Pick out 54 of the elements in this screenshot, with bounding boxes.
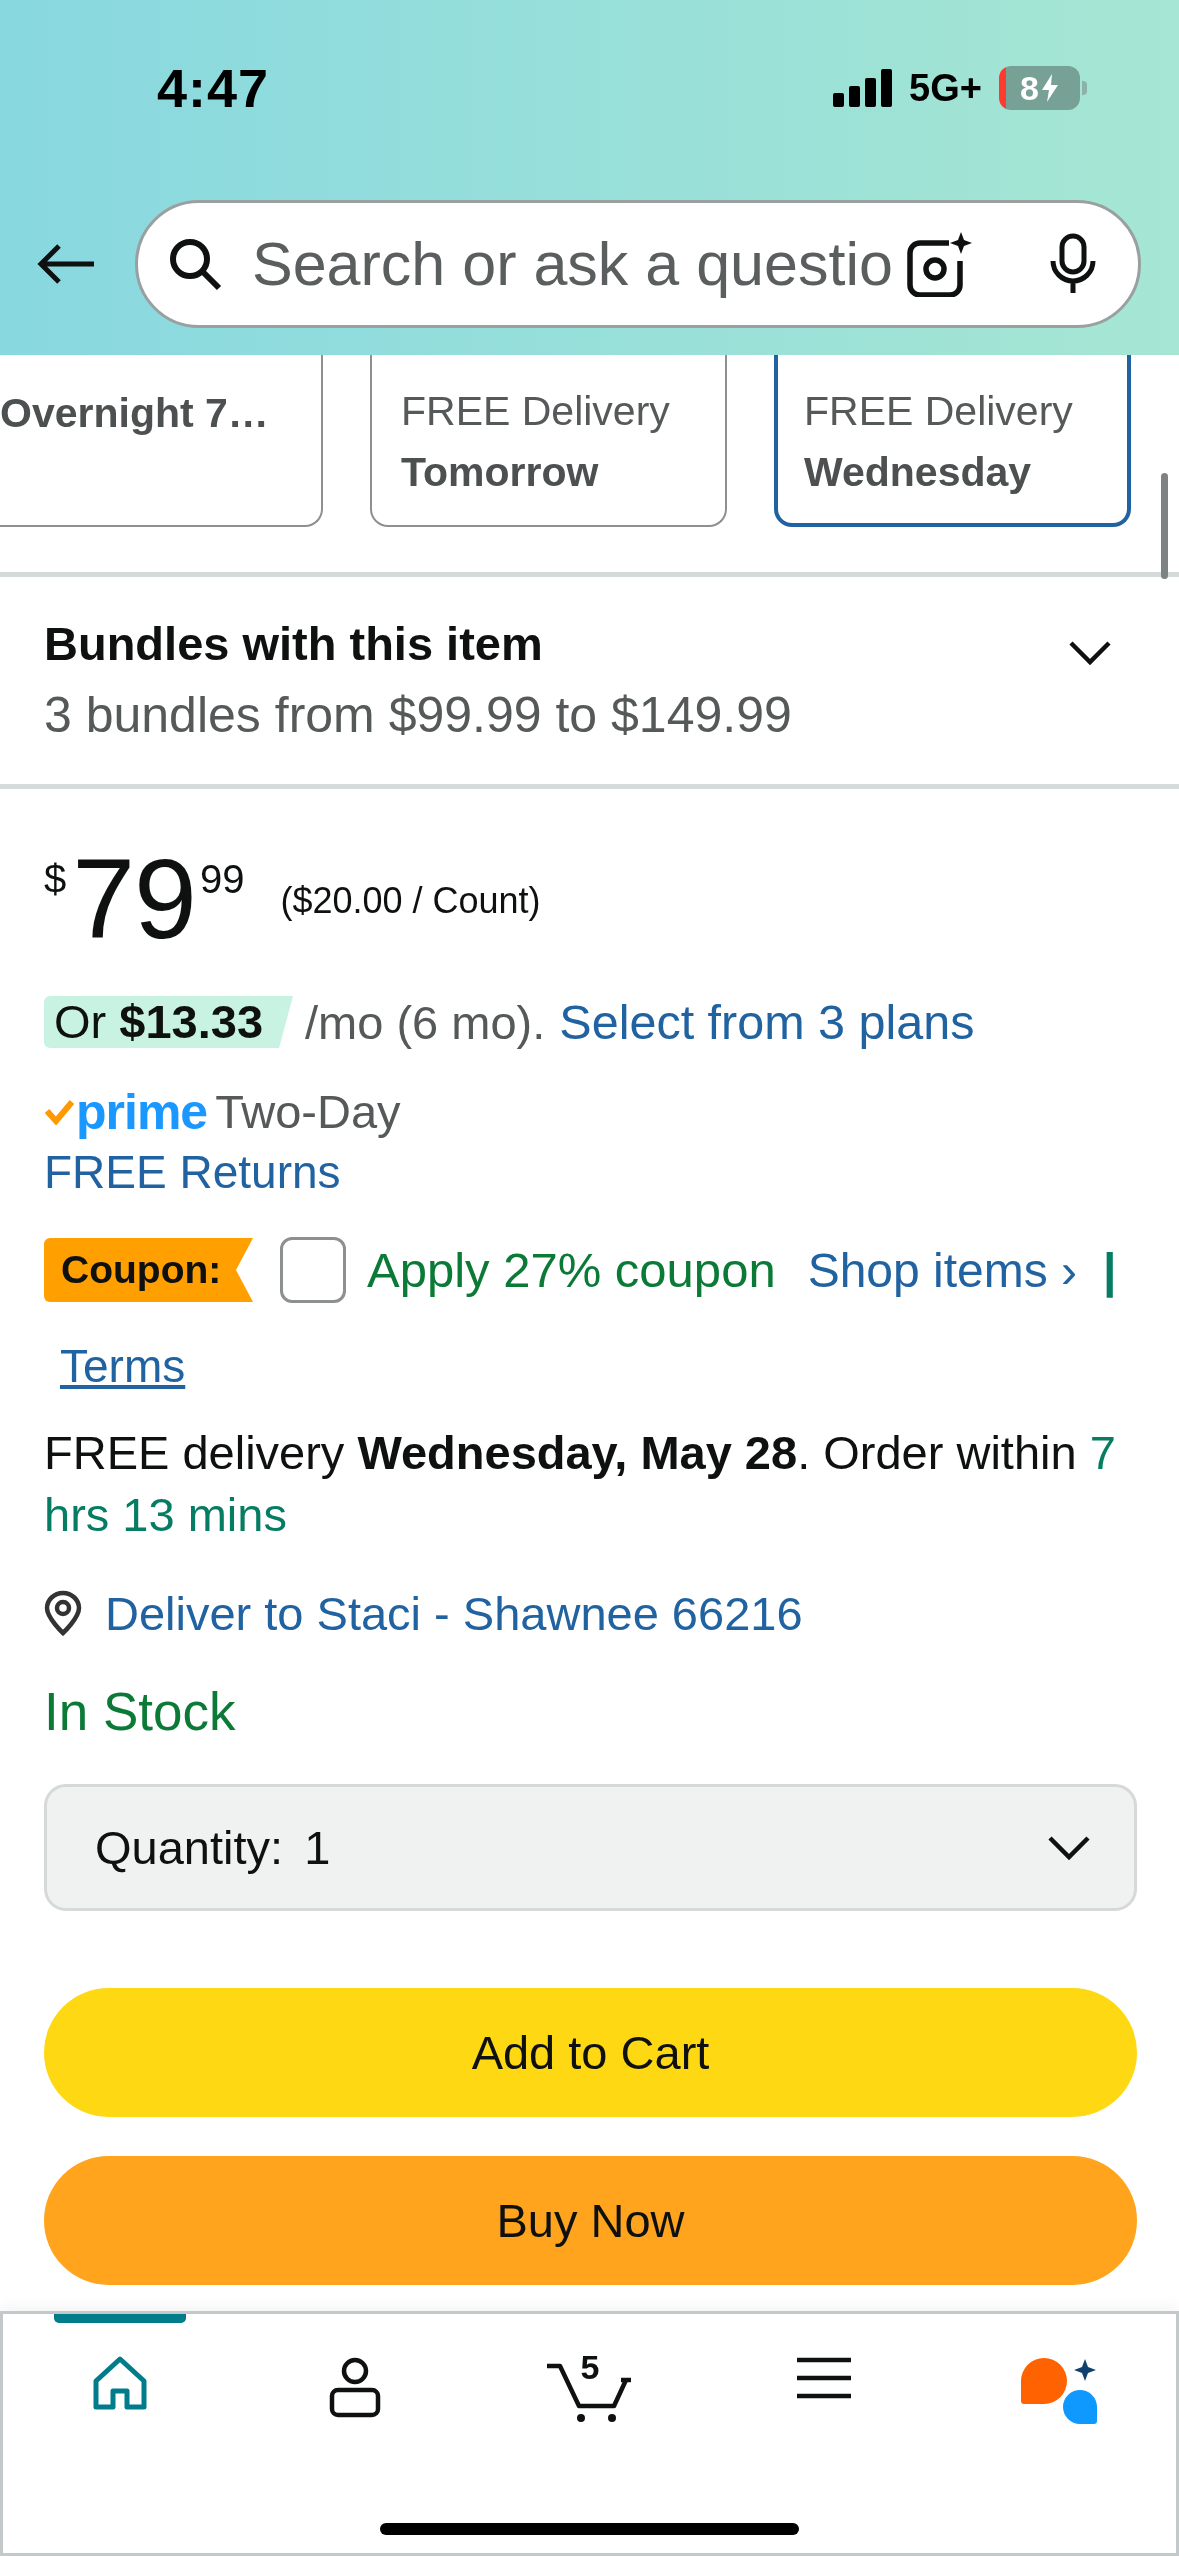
- chevron-down-icon: [1047, 1834, 1091, 1861]
- price-whole: 79: [72, 843, 196, 956]
- add-to-cart-button[interactable]: Add to Cart: [44, 1988, 1137, 2117]
- delivery-option-date: Tomorrow: [401, 448, 600, 497]
- delivery-option-label: FREE Delivery: [401, 387, 671, 436]
- check-icon: [44, 1099, 74, 1125]
- delivery-option-date: Overnight 7…: [0, 389, 270, 438]
- installment-terms: /mo (6 mo).: [305, 994, 546, 1050]
- delivery-option-date: Wednesday: [804, 448, 1033, 497]
- stock-status: In Stock: [44, 1682, 236, 1742]
- chevron-down-icon[interactable]: [1068, 640, 1112, 666]
- installment-amount: Or $13.33: [44, 996, 294, 1048]
- delivery-option-card[interactable]: Overnight 7…: [0, 355, 323, 527]
- back-arrow-icon: [36, 244, 96, 284]
- price-fraction: 99: [199, 859, 245, 899]
- back-button[interactable]: [36, 242, 96, 286]
- cart-tab[interactable]: 5: [472, 2314, 707, 2464]
- cart-count: 5: [580, 2350, 600, 2384]
- search-input[interactable]: Search or ask a questio: [252, 229, 907, 299]
- microphone-icon[interactable]: [1048, 233, 1098, 295]
- charging-bolt-icon: [1040, 74, 1059, 102]
- delivery-address-link[interactable]: Deliver to Staci - Shawnee 66216: [105, 1585, 803, 1641]
- terms-link[interactable]: Terms: [60, 1338, 186, 1394]
- home-icon: [92, 2356, 149, 2410]
- link-separator: |: [1103, 1242, 1117, 1298]
- chat-sparkle-icon: [1018, 2356, 1099, 2426]
- bundles-title: Bundles with this item: [44, 616, 544, 672]
- bundles-summary: 3 bundles from $99.99 to $149.99: [44, 686, 792, 744]
- delivery-speed: Two-Day: [215, 1084, 401, 1140]
- shop-items-link[interactable]: Shop items ›: [807, 1242, 1078, 1298]
- location-pin-icon: [44, 1590, 82, 1636]
- search-field[interactable]: Search or ask a questio: [135, 200, 1141, 328]
- quantity-dropdown[interactable]: Quantity: 1: [44, 1784, 1137, 1911]
- buy-now-button[interactable]: Buy Now: [44, 2156, 1137, 2285]
- menu-icon: [797, 2356, 852, 2400]
- coupon-label: Coupon:: [44, 1238, 253, 1302]
- coupon-checkbox[interactable]: [280, 1237, 346, 1303]
- network-type: 5G+: [909, 66, 982, 110]
- prime-label: prime: [76, 1084, 208, 1140]
- free-returns-link[interactable]: FREE Returns: [44, 1144, 341, 1200]
- currency-symbol: $: [44, 859, 67, 899]
- search-icon: [168, 237, 222, 291]
- unit-price: ($20.00 / Count): [280, 882, 541, 919]
- select-plans-link[interactable]: Select from 3 plans: [559, 994, 975, 1050]
- delivery-estimate: FREE delivery Wednesday, May 28. Order within 7 hrs 13 mins: [44, 1425, 1117, 1543]
- battery-percent: 8: [1020, 71, 1039, 105]
- apply-coupon-label[interactable]: Apply 27% coupon: [367, 1242, 776, 1298]
- person-icon: [327, 2356, 382, 2418]
- delivery-option-card[interactable]: FREE Delivery Wednesday: [774, 355, 1131, 527]
- delivery-option-card[interactable]: FREE Delivery Tomorrow: [370, 355, 727, 527]
- camera-sparkle-icon[interactable]: [907, 231, 973, 297]
- delivery-option-label: FREE Delivery: [804, 387, 1074, 436]
- signal-icon: [833, 69, 893, 107]
- status-time: 4:47: [157, 57, 270, 119]
